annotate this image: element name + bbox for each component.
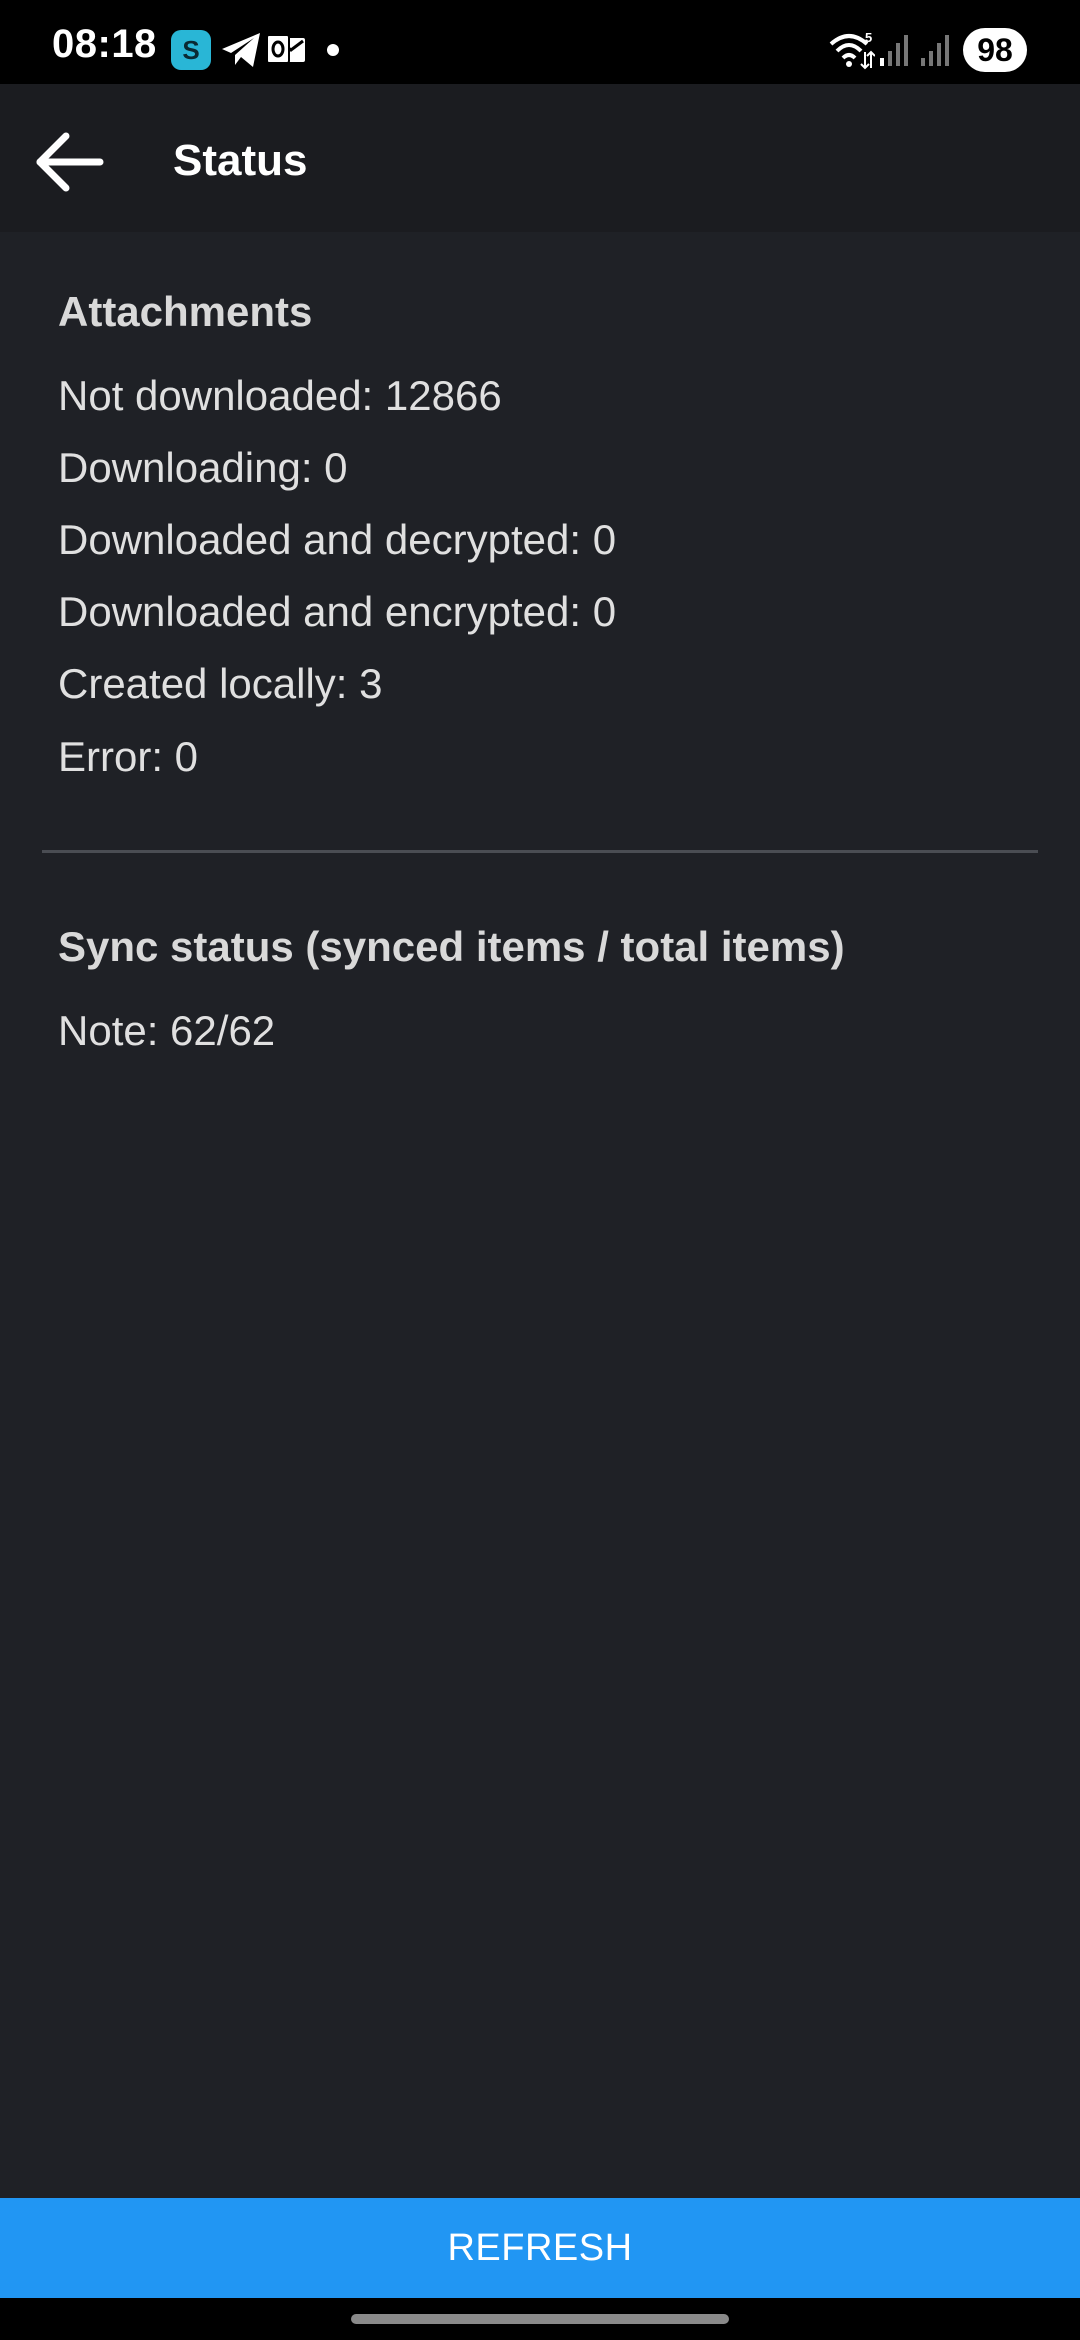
home-indicator[interactable]	[351, 2314, 729, 2324]
attachments-title: Attachments	[58, 288, 313, 335]
attachments-line: Downloaded and decrypted: 0	[58, 516, 617, 563]
wifi-icon: 5	[827, 30, 876, 75]
back-button[interactable]	[28, 120, 112, 204]
attachments-line: Error: 0	[58, 733, 199, 780]
refresh-button[interactable]: REFRESH	[0, 2198, 1080, 2298]
app-icon: S	[171, 30, 211, 70]
attachments-line: Downloading: 0	[58, 444, 348, 491]
section-divider	[42, 850, 1038, 853]
app-bar: Status	[0, 84, 1080, 232]
attachments-line: Not downloaded: 12866	[58, 372, 502, 419]
page-title: Status	[173, 136, 308, 185]
telegram-icon	[220, 30, 262, 75]
sync-status-line: Note: 62/62	[58, 1007, 276, 1054]
status-bar: 08:18 S 5 98	[0, 0, 1080, 84]
battery-indicator: 98	[963, 28, 1027, 72]
status-time: 08:18	[52, 22, 157, 66]
signal-icon	[880, 34, 910, 71]
outlook-icon	[266, 32, 307, 73]
attachments-line: Created locally: 3	[58, 660, 383, 707]
svg-text:5: 5	[865, 30, 872, 45]
arrow-left-icon	[36, 132, 104, 192]
attachments-line: Downloaded and encrypted: 0	[58, 588, 617, 635]
signal-icon	[921, 34, 951, 71]
sync-status-title: Sync status (synced items / total items)	[58, 923, 845, 970]
notification-dot	[327, 44, 339, 56]
